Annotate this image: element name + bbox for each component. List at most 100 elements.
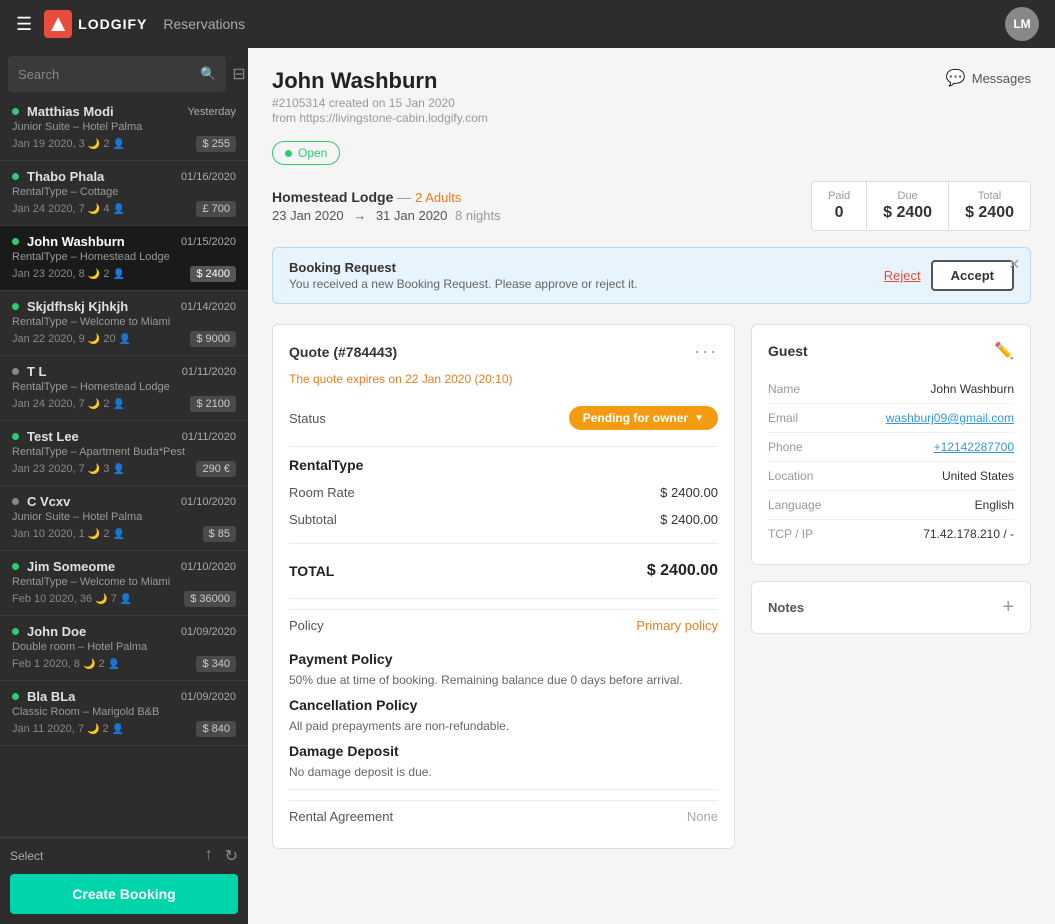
- messages-label: Messages: [972, 71, 1031, 86]
- due-value: $ 2400: [883, 204, 932, 222]
- booking-amount: £ 700: [196, 201, 236, 217]
- status-badge: Open: [272, 141, 340, 165]
- list-item-active[interactable]: John Washburn 01/15/2020 RentalType – Ho…: [0, 226, 248, 291]
- list-item[interactable]: Skjdfhskj Kjhkjh 01/14/2020 RentalType –…: [0, 291, 248, 356]
- messages-button[interactable]: 💬 Messages: [946, 68, 1031, 88]
- status-dot: [12, 498, 19, 505]
- add-note-icon[interactable]: +: [1002, 596, 1014, 619]
- total-row-value: $ 2400.00: [647, 562, 718, 580]
- edit-guest-icon[interactable]: ✏️: [994, 341, 1014, 361]
- stay-dates: Jan 23 2020, 8 🌙 2 👤: [12, 268, 125, 280]
- accept-button[interactable]: Accept: [931, 260, 1014, 291]
- refresh-icon[interactable]: ↻: [225, 846, 238, 866]
- stay-dates: Jan 24 2020, 7 🌙 2 👤: [12, 398, 125, 410]
- search-bar[interactable]: 🔍: [8, 56, 226, 92]
- guest-name: C Vcxv: [27, 494, 70, 509]
- property-subtitle: RentalType – Cottage: [12, 186, 236, 198]
- list-item[interactable]: Matthias Modi Yesterday Junior Suite – H…: [0, 96, 248, 161]
- policy-value[interactable]: Primary policy: [636, 618, 718, 633]
- guest-name: Test Lee: [27, 429, 79, 444]
- content-area: John Washburn #2105314 created on 15 Jan…: [248, 48, 1055, 924]
- quote-menu-icon[interactable]: ···: [694, 341, 718, 362]
- search-icon: 🔍: [200, 66, 216, 82]
- property-subtitle: RentalType – Homestead Lodge: [12, 251, 236, 263]
- guest-location-row: Location United States: [768, 462, 1014, 491]
- booking-amount: $ 840: [196, 721, 236, 737]
- search-input[interactable]: [18, 67, 194, 82]
- sidebar: 🔍 ⊟ Matthias Modi Yesterday Junior Suite…: [0, 48, 248, 924]
- main-column: Quote (#784443) ··· The quote expires on…: [272, 324, 735, 865]
- stay-dates: Jan 11 2020, 7 🌙 2 👤: [12, 723, 124, 735]
- property-subtitle: RentalType – Welcome to Miami: [12, 316, 236, 328]
- booking-date: 01/09/2020: [181, 691, 236, 703]
- messages-icon: 💬: [946, 68, 966, 88]
- booking-amount: $ 85: [203, 526, 236, 542]
- total-row-label: TOTAL: [289, 563, 334, 579]
- status-dot: [12, 238, 19, 245]
- avatar[interactable]: LM: [1005, 7, 1039, 41]
- booking-date: 01/09/2020: [181, 626, 236, 638]
- rental-type-header: RentalType: [289, 457, 718, 473]
- status-dot-open: [285, 150, 292, 157]
- guest-name: Jim Someome: [27, 559, 115, 574]
- property-subtitle: Junior Suite – Hotel Palma: [12, 121, 236, 133]
- booking-details: Quote (#784443) ··· The quote expires on…: [272, 324, 1031, 865]
- tcp-field-label: TCP / IP: [768, 527, 813, 541]
- list-item[interactable]: Thabo Phala 01/16/2020 RentalType – Cott…: [0, 161, 248, 226]
- email-field-value[interactable]: washburj09@gmail.com: [886, 411, 1014, 425]
- booking-amount: $ 255: [196, 136, 236, 152]
- policy-label: Policy: [289, 618, 324, 633]
- damage-deposit-text: No damage deposit is due.: [289, 765, 718, 779]
- phone-field-value[interactable]: +12142287700: [934, 440, 1014, 454]
- cancellation-policy-title: Cancellation Policy: [289, 697, 718, 713]
- status-pending-badge[interactable]: Pending for owner ▼: [569, 406, 718, 430]
- stay-dates: Feb 10 2020, 36 🌙 7 👤: [12, 593, 132, 605]
- filter-icon[interactable]: ⊟: [232, 64, 245, 84]
- phone-field-label: Phone: [768, 440, 803, 454]
- payment-summary: Paid 0 Due $ 2400 Total $ 2400: [811, 181, 1031, 231]
- sidebar-footer: Select ↑ ↻ Create Booking: [0, 837, 248, 924]
- guest-phone-row: Phone +12142287700: [768, 433, 1014, 462]
- create-booking-button[interactable]: Create Booking: [10, 874, 238, 914]
- damage-deposit-title: Damage Deposit: [289, 743, 718, 759]
- list-item[interactable]: Test Lee 01/11/2020 RentalType – Apartme…: [0, 421, 248, 486]
- booking-date: 01/11/2020: [182, 431, 236, 443]
- hamburger-icon[interactable]: ☰: [16, 14, 32, 35]
- list-item[interactable]: John Doe 01/09/2020 Double room – Hotel …: [0, 616, 248, 681]
- stay-dates: Jan 10 2020, 1 🌙 2 👤: [12, 528, 125, 540]
- property-name: Homestead Lodge — 2 Adults: [272, 189, 501, 205]
- list-item[interactable]: C Vcxv 01/10/2020 Junior Suite – Hotel P…: [0, 486, 248, 551]
- status-dot: [12, 563, 19, 570]
- guest-name-row: Name John Washburn: [768, 375, 1014, 404]
- total-stat: Total $ 2400: [949, 182, 1030, 230]
- notes-card: Notes +: [751, 581, 1031, 634]
- list-item[interactable]: Bla BLa 01/09/2020 Classic Room – Marigo…: [0, 681, 248, 746]
- booking-date: 01/16/2020: [181, 171, 236, 183]
- list-item[interactable]: Jim Someome 01/10/2020 RentalType – Welc…: [0, 551, 248, 616]
- status-label: Open: [298, 146, 327, 160]
- list-item[interactable]: T L 01/11/2020 RentalType – Homestead Lo…: [0, 356, 248, 421]
- subtotal-label: Subtotal: [289, 512, 337, 527]
- reject-button[interactable]: Reject: [884, 268, 921, 283]
- status-dot: [12, 173, 19, 180]
- guest-card: Guest ✏️ Name John Washburn Email washbu…: [751, 324, 1031, 565]
- cancellation-policy-text: All paid prepayments are non-refundable.: [289, 719, 718, 733]
- share-icon[interactable]: ↑: [205, 846, 213, 866]
- booking-amount: $ 2400: [190, 266, 236, 282]
- booking-date: 01/11/2020: [182, 366, 236, 378]
- guest-name: Thabo Phala: [27, 169, 104, 184]
- stay-dates: Jan 24 2020, 7 🌙 4 👤: [12, 203, 125, 215]
- status-dot: [12, 108, 19, 115]
- language-field-label: Language: [768, 498, 821, 512]
- paid-value: 0: [828, 204, 850, 222]
- due-stat: Due $ 2400: [867, 182, 949, 230]
- payment-policy-text: 50% due at time of booking. Remaining ba…: [289, 673, 718, 687]
- paid-stat: Paid 0: [812, 182, 867, 230]
- booking-header: John Washburn #2105314 created on 15 Jan…: [272, 68, 1031, 125]
- room-rate-value: $ 2400.00: [660, 485, 718, 500]
- name-field-label: Name: [768, 382, 800, 396]
- status-dot: [12, 693, 19, 700]
- banner-close-icon[interactable]: ✕: [1008, 256, 1020, 273]
- guest-name: Matthias Modi: [27, 104, 114, 119]
- booking-amount: $ 2100: [190, 396, 236, 412]
